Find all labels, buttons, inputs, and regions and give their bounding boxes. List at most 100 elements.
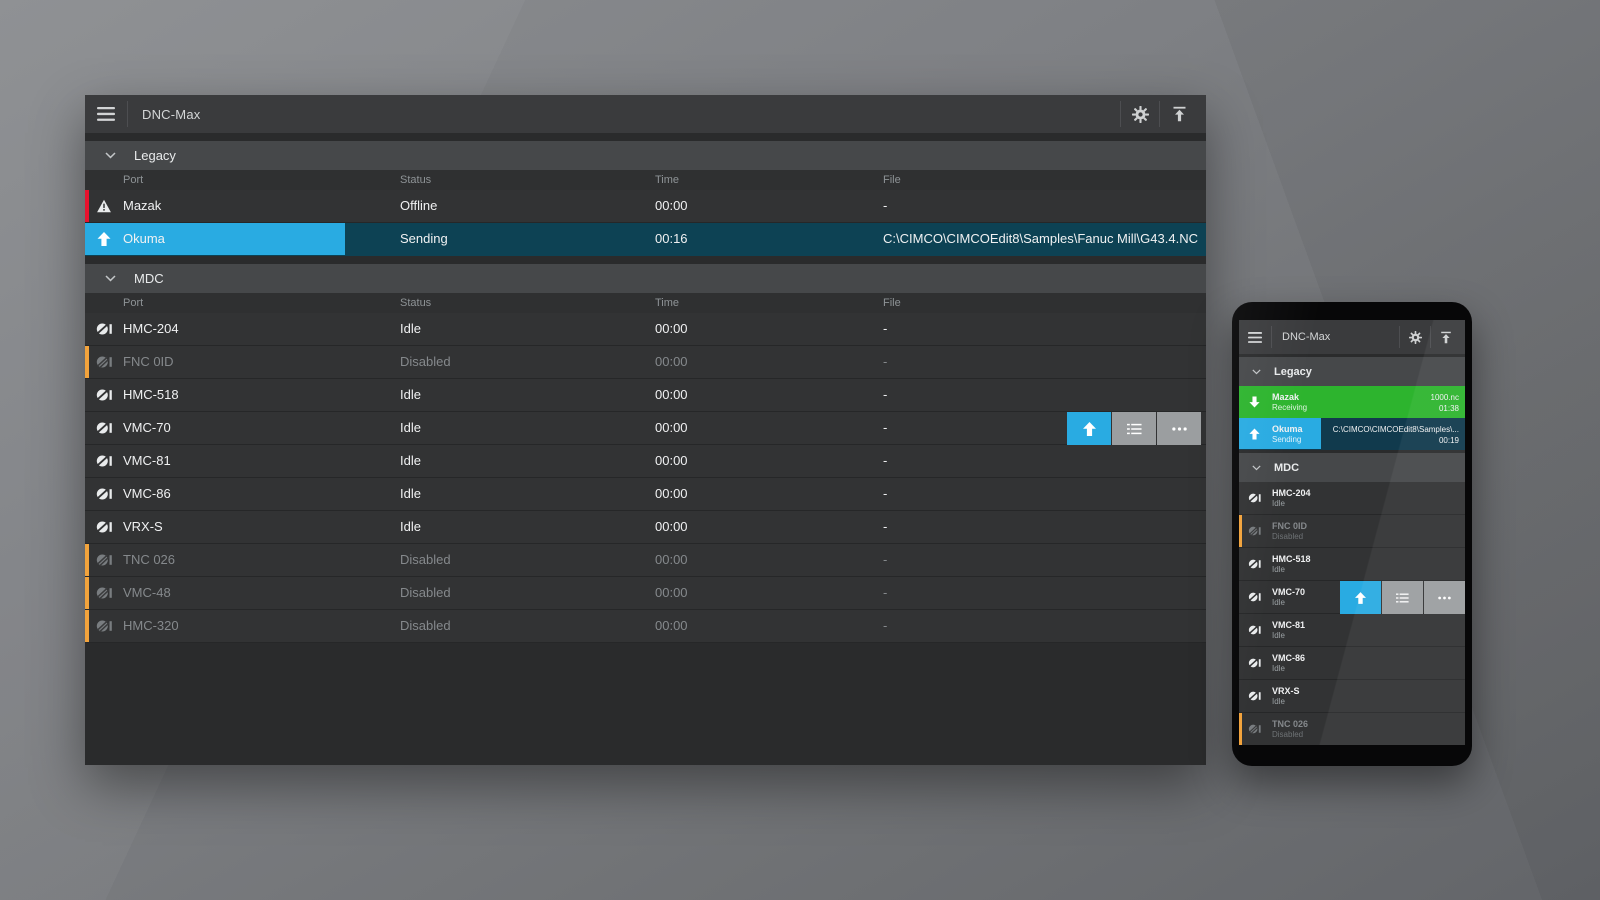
port-row-fnc-0id[interactable]: FNC 0IDDisabled00:00- [85,346,1206,379]
port-name: VMC-81 [123,445,171,477]
row-status-stripe [1239,581,1242,613]
port-name: VMC-86 [123,478,171,510]
row-status-stripe [1239,515,1242,547]
send-file-button[interactable] [1067,412,1111,445]
phone-port-row-vmc-81[interactable]: VMC-81Idle [1239,614,1465,647]
section-header-legacy[interactable]: Legacy [85,141,1206,170]
row-actions [1340,581,1465,614]
port-row-hmc-518[interactable]: HMC-518Idle00:00- [85,379,1206,412]
more-options-button[interactable] [1157,412,1201,445]
port-status: Disabled [400,544,451,576]
port-time: 00:00 [655,412,688,444]
port-time: 00:00 [655,190,688,222]
row-status-stripe [1239,680,1242,712]
chevron-down-icon [1252,369,1261,375]
port-disabled-icon [96,619,112,633]
titlebar-divider [127,101,128,127]
port-row-vrx-s[interactable]: VRX-SIdle00:00- [85,511,1206,544]
port-name: TNC 026 [1272,719,1308,729]
phone-port-row-vrx-s[interactable]: VRX-SIdle [1239,680,1465,713]
port-name: Okuma [123,223,165,255]
port-file: - [883,610,887,642]
port-file: - [883,544,887,576]
phone-port-row-mazak[interactable]: MazakReceiving1000.nc01:38 [1239,386,1465,418]
port-row-hmc-204[interactable]: HMC-204 Idle 00:00 - [85,313,1206,346]
port-row-okuma[interactable]: OkumaSending00:16C:\CIMCO\CIMCOEdit8\Sam… [85,223,1206,256]
phone-port-row-vmc-70[interactable]: VMC-70Idle [1239,581,1465,614]
column-header-time: Time [655,170,679,190]
port-row-vmc-48[interactable]: VMC-48Disabled00:00- [85,577,1206,610]
port-status: Idle [400,379,421,411]
port-time: 00:19 [1439,436,1459,445]
port-time: 00:00 [655,313,688,345]
phone-port-row-fnc-0id[interactable]: FNC 0IDDisabled [1239,515,1465,548]
app-title: DNC-Max [1282,331,1330,343]
arrow-up-icon [96,232,112,246]
arrow-down-icon [1248,396,1261,407]
port-name: VRX-S [123,511,163,543]
port-row-vmc-70[interactable]: VMC-70Idle00:00- [85,412,1206,445]
port-idle-icon [96,388,112,402]
port-status: Receiving [1272,403,1307,412]
upload-icon [1440,331,1452,344]
port-name: TNC 026 [123,544,175,576]
row-status-stripe [1239,647,1242,679]
port-idle-icon [1248,559,1261,570]
port-file: C:\CIMCO\CIMCOEdit8\Samples\... [1333,425,1459,434]
phone-section-header-mdc[interactable]: MDC [1239,453,1465,482]
port-file: - [883,478,887,510]
phone-port-row-hmc-204[interactable]: HMC-204Idle [1239,482,1465,515]
port-row-vmc-86[interactable]: VMC-86Idle00:00- [85,478,1206,511]
phone-port-row-okuma[interactable]: OkumaSendingC:\CIMCO\CIMCOEdit8\Samples\… [1239,418,1465,450]
port-row-vmc-81[interactable]: VMC-81Idle00:00- [85,445,1206,478]
row-status-stripe [85,445,89,477]
port-idle-icon [1248,691,1261,702]
more-options-button[interactable] [1424,581,1465,614]
port-status: Idle [400,313,421,345]
section-title: MDC [1274,462,1299,474]
settings-button[interactable] [1400,320,1430,354]
port-time: 00:00 [655,544,688,576]
port-file: - [883,445,887,477]
log-list-button[interactable] [1112,412,1156,445]
dnc-max-window: DNC-Max LegacyPortStatusTimeFileMazakOff… [85,95,1206,765]
port-status: Idle [1272,664,1285,673]
port-status: Idle [400,511,421,543]
port-time: 00:00 [655,577,688,609]
port-name: HMC-518 [1272,554,1311,564]
port-row-tnc-026[interactable]: TNC 026 Disabled 00:00 - [85,544,1206,577]
port-status: Idle [1272,499,1285,508]
port-file: - [883,313,887,345]
port-row-hmc-320[interactable]: HMC-320Disabled00:00- [85,610,1206,643]
transfer-button[interactable] [1160,95,1198,133]
transfer-button[interactable] [1431,320,1461,354]
menu-button[interactable] [1239,320,1271,354]
settings-button[interactable] [1121,95,1159,133]
row-status-stripe [1239,614,1242,646]
phone-port-row-hmc-518[interactable]: HMC-518Idle [1239,548,1465,581]
port-row-mazak[interactable]: MazakOffline00:00- [85,190,1206,223]
row-status-stripe [85,610,89,642]
chevron-down-icon [105,275,116,282]
port-status: Idle [400,478,421,510]
arrow-up-icon [1083,422,1096,436]
port-name: HMC-204 [123,313,179,345]
phone-port-row-vmc-86[interactable]: VMC-86Idle [1239,647,1465,680]
phone-port-row-tnc-026[interactable]: TNC 026Disabled [1239,713,1465,745]
port-status: Idle [1272,631,1285,640]
section-header-mdc[interactable]: MDC [85,264,1206,293]
phone-section-header-legacy[interactable]: Legacy [1239,357,1465,386]
send-file-button[interactable] [1340,581,1381,614]
column-header-file: File [883,293,901,313]
section-title: MDC [134,271,164,286]
port-name: HMC-204 [1272,488,1311,498]
row-status-stripe [85,313,89,345]
log-list-button[interactable] [1382,581,1423,614]
port-file: 1000.nc [1431,393,1459,402]
column-header-row: PortStatusTimeFile [85,170,1206,190]
column-header-file: File [883,170,901,190]
menu-button[interactable] [85,95,127,133]
phone-titlebar: DNC-Max [1239,320,1465,354]
port-status: Disabled [400,577,451,609]
row-status-stripe [85,511,89,543]
